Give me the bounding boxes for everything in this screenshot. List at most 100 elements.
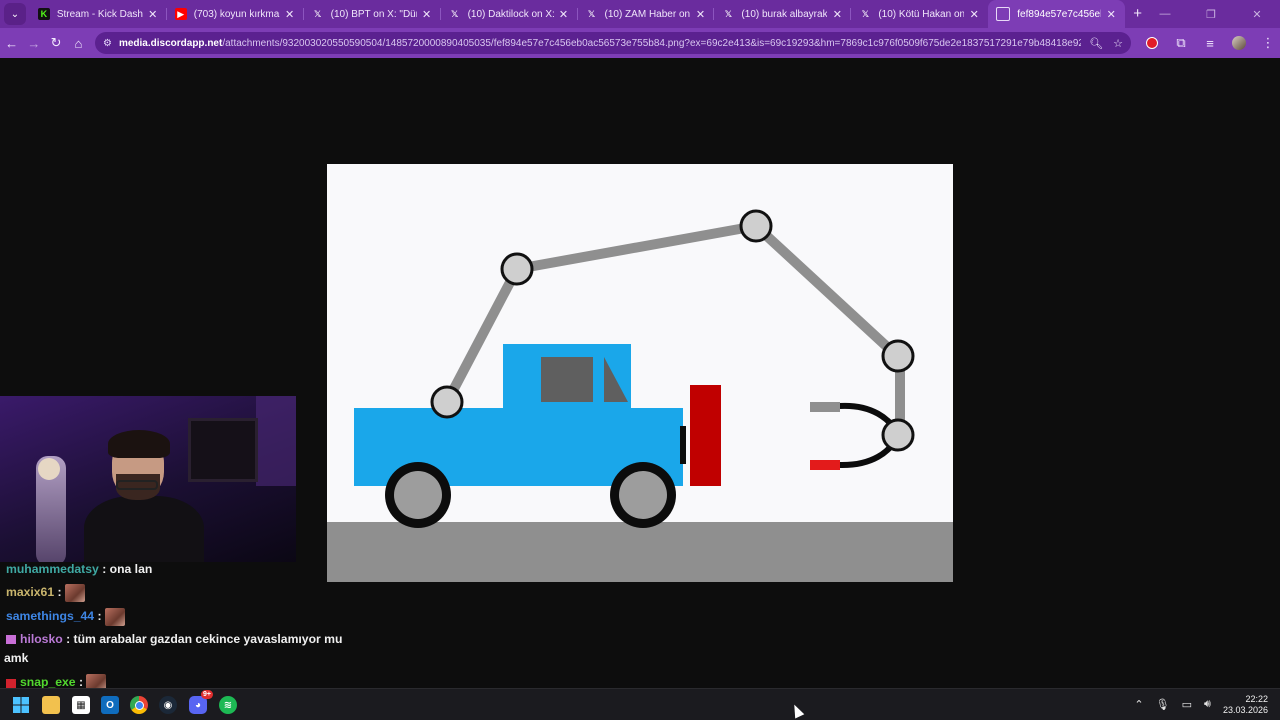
joint-wrist: [881, 339, 915, 373]
maximize-icon[interactable]: ❐: [1188, 8, 1234, 21]
chat-text: : tüm arabalar gazdan cekince yavaslamıy…: [66, 632, 343, 646]
forward-icon[interactable]: →: [23, 31, 44, 55]
tray-overflow-icon[interactable]: ⌃: [1134, 698, 1143, 711]
arm-segment-2: [516, 221, 757, 274]
chat-badge-icon: [6, 678, 16, 688]
site-info-icon[interactable]: ⚙: [103, 38, 112, 49]
joint-base: [430, 385, 464, 419]
tab-title: (10) burak albayrak on X: ...: [741, 8, 828, 20]
tab-x-kotu-hakan[interactable]: 𝕏 (10) Kötü Hakan on X: "Kı... ✕: [851, 0, 988, 28]
claw-grip-bottom: [810, 460, 840, 470]
claw-grip-top: [810, 402, 840, 412]
emote-icon: [64, 584, 85, 602]
profile-avatar-icon[interactable]: [1227, 31, 1251, 55]
joint-top: [739, 209, 773, 243]
wheel-rear-hub: [394, 471, 442, 519]
store-icon[interactable]: ▦: [72, 696, 90, 714]
tab-title: (10) BPT on X: "Dün gece...: [330, 8, 417, 20]
tab-discord-image[interactable]: fef894e57e7c456eb0ac56... ✕: [988, 0, 1126, 28]
tab-x-burak-albayrak[interactable]: 𝕏 (10) burak albayrak on X: ... ✕: [714, 0, 852, 28]
microphone-icon[interactable]: 🎙︎: [1156, 698, 1170, 711]
menu-kebab-icon[interactable]: ⋮: [1256, 31, 1280, 55]
address-bar[interactable]: ⚙ media.discordapp.net/attachments/93200…: [95, 32, 1131, 54]
extensions-puzzle-icon[interactable]: ⧉: [1169, 31, 1193, 55]
steam-icon[interactable]: ◉: [159, 696, 177, 714]
attachment-image[interactable]: [327, 164, 953, 582]
url-path: /attachments/932003020550590504/14857200…: [222, 37, 1082, 49]
chat-username: maxix61: [6, 585, 55, 600]
close-icon[interactable]: ✕: [421, 8, 433, 21]
figurine: [38, 458, 60, 480]
x-icon: 𝕏: [587, 8, 596, 19]
car-window: [541, 357, 593, 402]
globe-icon: [996, 7, 1011, 21]
discord-icon[interactable]: ◕ 9+: [189, 690, 213, 714]
tab-youtube[interactable]: ▶ (703) koyun kırkma ilk ke... ✕: [167, 0, 304, 28]
close-icon[interactable]: ✕: [147, 8, 159, 21]
chat-username: samethings_44: [6, 609, 95, 624]
chat-message: samethings_44 :: [6, 608, 125, 626]
streamer-body: [84, 496, 204, 562]
minimize-icon[interactable]: —: [1142, 8, 1188, 20]
chat-message: maxix61 :: [6, 584, 85, 602]
browser-toolbar: ← → ↻ ⌂ ⚙ media.discordapp.net/attachmen…: [0, 28, 1280, 58]
x-icon: 𝕏: [314, 8, 322, 19]
close-icon[interactable]: ✕: [831, 8, 843, 21]
chat-text: :: [57, 585, 62, 600]
media-control-icon[interactable]: ≡: [1198, 31, 1222, 55]
tab-x-daktilock[interactable]: 𝕏 (10) Daktilock on X: "Bugü... ✕: [441, 0, 578, 28]
close-icon[interactable]: ✕: [968, 8, 980, 21]
tab-search-icon[interactable]: ⌄: [4, 3, 26, 25]
chat-text: amk: [4, 651, 29, 665]
back-icon[interactable]: ←: [1, 31, 22, 55]
car-robot-arm-illustration: [327, 209, 953, 582]
tab-x-zam-haber[interactable]: 𝕏 (10) ZAM Haber on X: "Kı... ✕: [578, 0, 715, 28]
windows-taskbar: ▦ O ◉ ◕ 9+ ≋ ⌃ 🎙︎ ▭ 🔊︎ 22:22 23.03.2026: [0, 688, 1280, 720]
tab-kick-dashboard[interactable]: K Stream - Kick Dashboard ✕: [30, 0, 167, 28]
close-icon[interactable]: ✕: [558, 8, 570, 21]
chat-text: :: [97, 609, 102, 624]
tab-title: (703) koyun kırkma ilk ke...: [193, 8, 280, 20]
url-text[interactable]: media.discordapp.net/attachments/9320030…: [119, 38, 1081, 49]
joint-elbow: [500, 252, 534, 286]
tab-title: fef894e57e7c456eb0ac56...: [1017, 8, 1101, 20]
home-icon[interactable]: ⌂: [68, 31, 89, 55]
close-window-icon[interactable]: ✕: [1234, 8, 1280, 21]
network-icon[interactable]: ▭: [1182, 698, 1192, 711]
tab-title: (10) Daktilock on X: "Bugü...: [467, 8, 554, 20]
tab-x-bpt[interactable]: 𝕏 (10) BPT on X: "Dün gece... ✕: [304, 0, 441, 28]
chat-message: hilosko : tüm arabalar gazdan cekince ya…: [6, 632, 342, 646]
chat-username: muhammedatsy: [6, 562, 99, 576]
zoom-icon[interactable]: 🔍︎: [1089, 37, 1103, 50]
webcam-overlay: [0, 396, 296, 562]
chat-message-continuation: amk: [4, 651, 28, 665]
clock-time: 22:22: [1245, 693, 1268, 704]
chat-text: : ona lan: [102, 562, 153, 576]
close-icon[interactable]: ✕: [1105, 8, 1117, 21]
system-clock[interactable]: 22:22 23.03.2026: [1223, 694, 1268, 716]
x-icon: 𝕏: [861, 8, 869, 19]
chrome-icon[interactable]: [130, 696, 148, 714]
youtube-icon: ▶: [174, 8, 187, 20]
chat-badge-icon: [6, 635, 16, 645]
url-host: media.discordapp.net: [118, 37, 223, 49]
tab-title: Stream - Kick Dashboard: [56, 8, 143, 20]
spotify-icon[interactable]: ≋: [219, 696, 237, 714]
chat-message: muhammedatsy : ona lan: [6, 562, 152, 576]
windows-start-icon[interactable]: [12, 696, 30, 714]
volume-icon[interactable]: 🔊︎: [1204, 698, 1211, 711]
new-tab-icon[interactable]: +: [1133, 5, 1142, 22]
bookmark-star-icon[interactable]: ☆: [1113, 37, 1123, 50]
close-icon[interactable]: ✕: [694, 8, 706, 21]
x-icon: 𝕏: [724, 8, 733, 19]
emote-icon: [104, 608, 125, 626]
ground: [327, 522, 953, 582]
tab-title: (10) Kötü Hakan on X: "Kı...: [878, 8, 965, 20]
reload-icon[interactable]: ↻: [46, 31, 67, 55]
joint-claw: [881, 418, 915, 452]
kick-icon: K: [37, 8, 50, 20]
close-icon[interactable]: ✕: [284, 8, 296, 21]
outlook-icon[interactable]: O: [101, 696, 119, 714]
file-explorer-icon[interactable]: [42, 696, 60, 714]
extension-red-icon[interactable]: [1140, 31, 1164, 55]
